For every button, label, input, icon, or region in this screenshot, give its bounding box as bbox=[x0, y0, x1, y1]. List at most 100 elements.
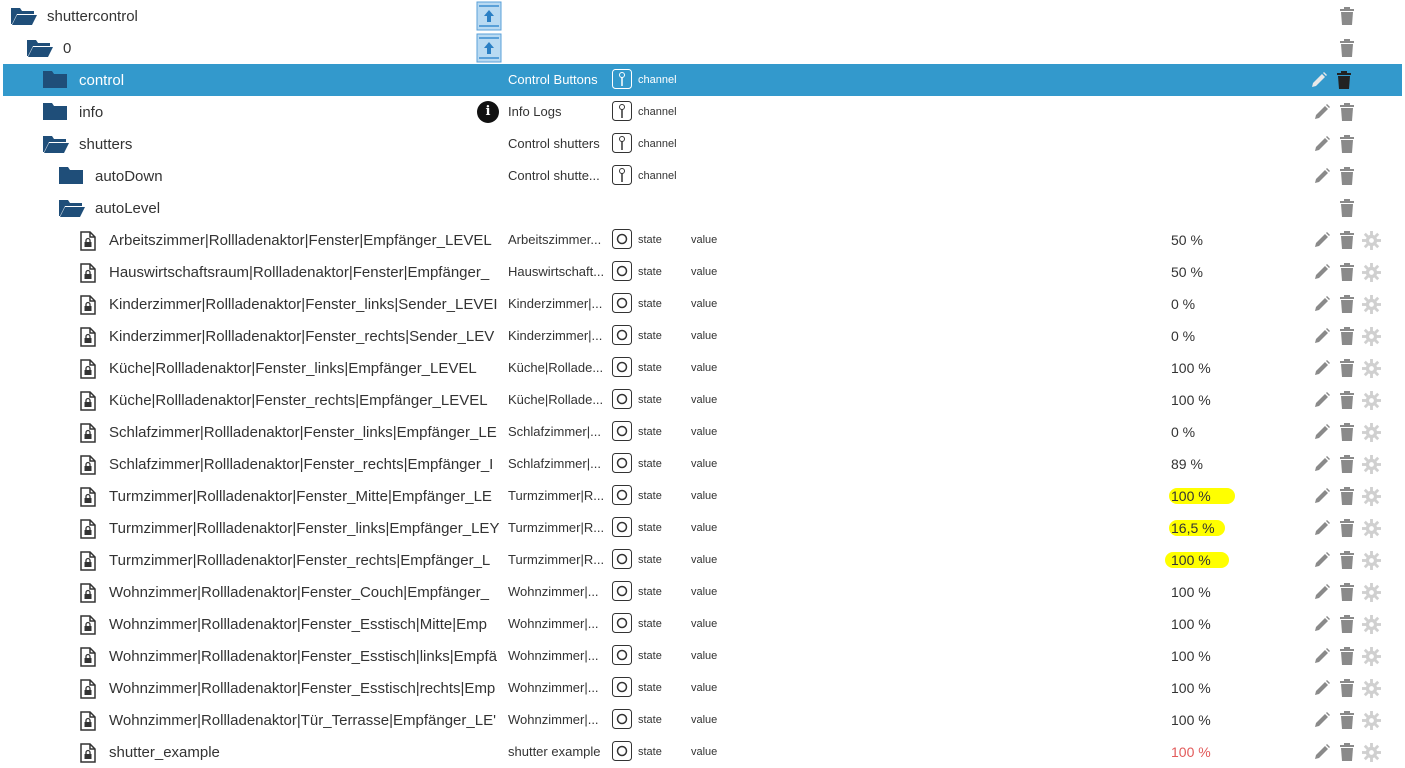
edit-icon[interactable] bbox=[1313, 679, 1331, 697]
delete-icon[interactable] bbox=[1338, 7, 1356, 25]
delete-icon[interactable] bbox=[1338, 743, 1356, 761]
state-row[interactable]: Küche|Rollladenaktor|Fenster_links|Empfä… bbox=[0, 352, 1405, 384]
edit-icon[interactable] bbox=[1313, 487, 1331, 505]
delete-icon[interactable] bbox=[1338, 519, 1356, 537]
state-value[interactable]: 0 % bbox=[1171, 320, 1195, 352]
state-row[interactable]: Turmzimmer|Rollladenaktor|Fenster_links|… bbox=[0, 512, 1405, 544]
gear-icon[interactable] bbox=[1362, 647, 1381, 666]
state-row[interactable]: Kinderzimmer|Rollladenaktor|Fenster_link… bbox=[0, 288, 1405, 320]
edit-icon[interactable] bbox=[1313, 231, 1331, 249]
gear-icon[interactable] bbox=[1362, 391, 1381, 410]
delete-icon[interactable] bbox=[1338, 615, 1356, 633]
edit-icon[interactable] bbox=[1313, 583, 1331, 601]
edit-icon[interactable] bbox=[1313, 615, 1331, 633]
state-row[interactable]: Arbeitszimmer|Rollladenaktor|Fenster|Emp… bbox=[0, 224, 1405, 256]
state-value[interactable]: 100 % bbox=[1171, 480, 1211, 512]
state-value[interactable]: 0 % bbox=[1171, 288, 1195, 320]
edit-icon[interactable] bbox=[1313, 167, 1331, 185]
edit-icon[interactable] bbox=[1313, 551, 1331, 569]
state-row[interactable]: Schlafzimmer|Rollladenaktor|Fenster_link… bbox=[0, 416, 1405, 448]
tree-row-instance-0[interactable]: 0 bbox=[0, 32, 1405, 64]
state-row[interactable]: Kinderzimmer|Rollladenaktor|Fenster_rech… bbox=[0, 320, 1405, 352]
delete-icon[interactable] bbox=[1338, 455, 1356, 473]
edit-icon[interactable] bbox=[1313, 647, 1331, 665]
delete-icon[interactable] bbox=[1338, 391, 1356, 409]
edit-icon[interactable] bbox=[1313, 391, 1331, 409]
tree-row-info[interactable]: info i Info Logs channel bbox=[0, 96, 1405, 128]
tree-row-shutters[interactable]: shutters Control shutters channel bbox=[0, 128, 1405, 160]
folder-open-icon[interactable] bbox=[42, 134, 70, 154]
folder-open-icon[interactable] bbox=[26, 38, 54, 58]
state-value[interactable]: 89 % bbox=[1171, 448, 1203, 480]
delete-icon[interactable] bbox=[1338, 295, 1356, 313]
gear-icon[interactable] bbox=[1362, 615, 1381, 634]
gear-icon[interactable] bbox=[1362, 423, 1381, 442]
edit-icon[interactable] bbox=[1313, 263, 1331, 281]
tree-row-autodown[interactable]: autoDown Control shutte... channel bbox=[0, 160, 1405, 192]
state-value[interactable]: 0 % bbox=[1171, 416, 1195, 448]
folder-icon[interactable] bbox=[43, 70, 67, 88]
tree-row-control[interactable]: control Control Buttons channel bbox=[3, 64, 1402, 96]
state-row[interactable]: Wohnzimmer|Rollladenaktor|Tür_Terrasse|E… bbox=[0, 704, 1405, 736]
delete-icon[interactable] bbox=[1338, 103, 1356, 121]
edit-icon[interactable] bbox=[1313, 359, 1331, 377]
gear-icon[interactable] bbox=[1362, 327, 1381, 346]
state-row[interactable]: Schlafzimmer|Rollladenaktor|Fenster_rech… bbox=[0, 448, 1405, 480]
edit-icon[interactable] bbox=[1313, 711, 1331, 729]
folder-icon[interactable] bbox=[43, 102, 67, 120]
edit-icon[interactable] bbox=[1313, 455, 1331, 473]
edit-icon[interactable] bbox=[1313, 135, 1331, 153]
state-value[interactable]: 100 % bbox=[1171, 544, 1211, 576]
edit-icon[interactable] bbox=[1313, 519, 1331, 537]
upload-icon[interactable] bbox=[476, 1, 502, 31]
delete-icon[interactable] bbox=[1335, 71, 1353, 89]
delete-icon[interactable] bbox=[1338, 231, 1356, 249]
delete-icon[interactable] bbox=[1338, 423, 1356, 441]
state-row[interactable]: Turmzimmer|Rollladenaktor|Fenster_rechts… bbox=[0, 544, 1405, 576]
delete-icon[interactable] bbox=[1338, 199, 1356, 217]
gear-icon[interactable] bbox=[1362, 743, 1381, 762]
state-value[interactable]: 100 % bbox=[1171, 640, 1211, 672]
state-row[interactable]: Küche|Rollladenaktor|Fenster_rechts|Empf… bbox=[0, 384, 1405, 416]
state-row[interactable]: Hauswirtschaftsraum|Rollladenaktor|Fenst… bbox=[0, 256, 1405, 288]
state-row[interactable]: Wohnzimmer|Rollladenaktor|Fenster_Esstis… bbox=[0, 672, 1405, 704]
edit-icon[interactable] bbox=[1313, 103, 1331, 121]
state-value[interactable]: 100 % bbox=[1171, 736, 1211, 768]
gear-icon[interactable] bbox=[1362, 519, 1381, 538]
state-value[interactable]: 50 % bbox=[1171, 224, 1203, 256]
gear-icon[interactable] bbox=[1362, 231, 1381, 250]
folder-icon[interactable] bbox=[59, 166, 83, 184]
state-value[interactable]: 100 % bbox=[1171, 672, 1211, 704]
gear-icon[interactable] bbox=[1362, 551, 1381, 570]
state-row[interactable]: shutter_example shutter example state va… bbox=[0, 736, 1405, 768]
gear-icon[interactable] bbox=[1362, 263, 1381, 282]
gear-icon[interactable] bbox=[1362, 487, 1381, 506]
gear-icon[interactable] bbox=[1362, 359, 1381, 378]
delete-icon[interactable] bbox=[1338, 359, 1356, 377]
state-value[interactable]: 100 % bbox=[1171, 704, 1211, 736]
edit-icon[interactable] bbox=[1313, 327, 1331, 345]
delete-icon[interactable] bbox=[1338, 583, 1356, 601]
delete-icon[interactable] bbox=[1338, 263, 1356, 281]
gear-icon[interactable] bbox=[1362, 711, 1381, 730]
edit-icon[interactable] bbox=[1313, 295, 1331, 313]
delete-icon[interactable] bbox=[1338, 39, 1356, 57]
state-value[interactable]: 100 % bbox=[1171, 352, 1211, 384]
folder-open-icon[interactable] bbox=[58, 198, 86, 218]
state-row[interactable]: Wohnzimmer|Rollladenaktor|Fenster_Esstis… bbox=[0, 608, 1405, 640]
state-value[interactable]: 100 % bbox=[1171, 608, 1211, 640]
tree-row-autolevel[interactable]: autoLevel bbox=[0, 192, 1405, 224]
state-value[interactable]: 16,5 % bbox=[1171, 512, 1215, 544]
upload-icon[interactable] bbox=[476, 33, 502, 63]
state-value[interactable]: 50 % bbox=[1171, 256, 1203, 288]
delete-icon[interactable] bbox=[1338, 167, 1356, 185]
state-row[interactable]: Wohnzimmer|Rollladenaktor|Fenster_Couch|… bbox=[0, 576, 1405, 608]
delete-icon[interactable] bbox=[1338, 711, 1356, 729]
gear-icon[interactable] bbox=[1362, 679, 1381, 698]
delete-icon[interactable] bbox=[1338, 487, 1356, 505]
gear-icon[interactable] bbox=[1362, 583, 1381, 602]
state-row[interactable]: Turmzimmer|Rollladenaktor|Fenster_Mitte|… bbox=[0, 480, 1405, 512]
delete-icon[interactable] bbox=[1338, 679, 1356, 697]
edit-icon[interactable] bbox=[1310, 71, 1328, 89]
delete-icon[interactable] bbox=[1338, 551, 1356, 569]
